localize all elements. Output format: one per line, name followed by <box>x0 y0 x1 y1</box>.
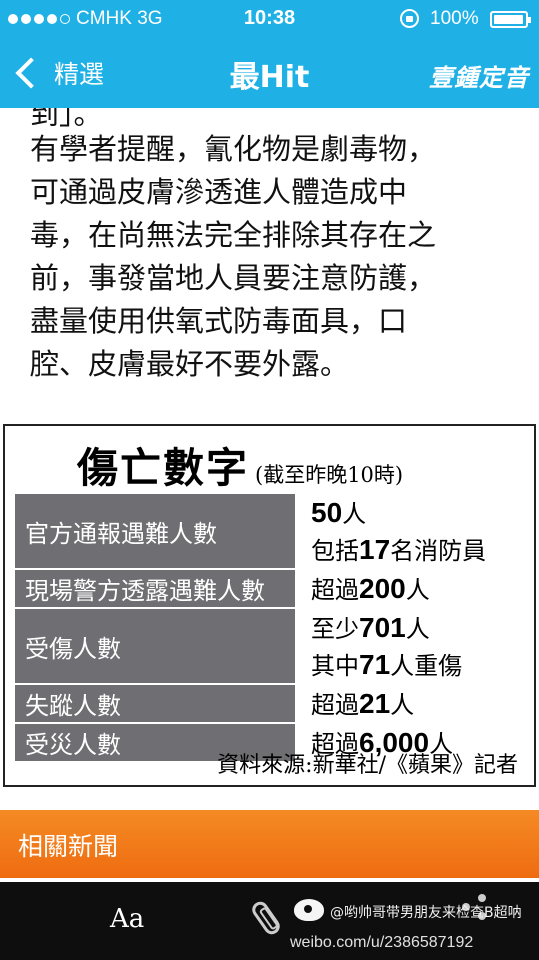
row-value: 超過200人 <box>311 573 430 604</box>
article-line: 毒，在尚無法完全排除其存在之 <box>30 218 437 252</box>
table-heading: 傷亡數字 (截至昨晚10時) <box>77 434 403 494</box>
row-value: 至少701人 其中71人重傷 <box>311 612 463 680</box>
battery-icon <box>490 11 531 28</box>
watermark-url: weibo.com/u/2386587192 <box>290 934 474 951</box>
navigation-bar: 精選 最Hit 壹鍾定音 <box>0 38 539 108</box>
row-value: 超過21人 <box>311 688 415 719</box>
table-source: 資料來源:新華社/《蘋果》記者 <box>217 753 518 778</box>
table-row: 受傷人數 至少701人 其中71人重傷 <box>15 609 528 683</box>
row-number: 200 <box>359 573 406 604</box>
related-news-bar[interactable]: 相關新聞 <box>0 810 539 878</box>
article-line: 有學者提醒，氰化物是劇毒物， <box>30 132 437 166</box>
row-number: 701 <box>359 612 406 643</box>
weibo-icon <box>294 899 324 921</box>
previous-line-fragment: 到」。 <box>30 108 103 128</box>
article-body: 到」。 有學者提醒，氰化物是劇毒物， 可通過皮膚滲透進人體造成中 毒，在尚無法完… <box>30 108 520 386</box>
watermark-handle: @哟帅哥带男朋友来检查B超呐 <box>330 905 522 921</box>
article-paragraph: 有學者提醒，氰化物是劇毒物， 可通過皮膚滲透進人體造成中 毒，在尚無法完全排除其… <box>30 128 520 386</box>
article-line: 盡量使用供氧式防毒面具，口 <box>30 304 408 338</box>
table-row: 官方通報遇難人數 50人 包括17名消防員 <box>15 494 528 568</box>
table-title: 傷亡數字 <box>77 444 249 492</box>
casualty-table: 傷亡數字 (截至昨晚10時) 官方通報遇難人數 50人 包括17名消防員 現場警… <box>3 424 536 787</box>
brand-logo: 壹鍾定音 <box>429 64 529 92</box>
row-label: 現場警方透露遇難人數 <box>15 570 295 607</box>
table-note: (截至昨晚10時) <box>255 463 404 487</box>
row-label: 受傷人數 <box>15 609 295 683</box>
article-line: 可通過皮膚滲透進人體造成中 <box>30 175 408 209</box>
table-row: 現場警方透露遇難人數 超過200人 <box>15 570 528 607</box>
article-line: 腔、皮膚最好不要外露。 <box>30 347 350 381</box>
bottom-toolbar: Aa @哟帅哥带男朋友来检查B超呐 weibo.com/u/2386587192 <box>0 882 539 960</box>
row-number: 17 <box>359 534 391 565</box>
row-number: 50 <box>311 497 343 528</box>
rotation-lock-icon <box>400 9 419 28</box>
row-value: 50人 包括17名消防員 <box>311 497 487 565</box>
row-label: 失蹤人數 <box>15 685 295 722</box>
status-bar: CMHK 3G 10:38 100% <box>0 0 539 38</box>
battery-percentage: 100% <box>430 8 479 29</box>
table-rows: 官方通報遇難人數 50人 包括17名消防員 現場警方透露遇難人數 超過200人 … <box>15 494 528 761</box>
related-news-label: 相關新聞 <box>18 832 119 861</box>
table-row: 失蹤人數 超過21人 <box>15 685 528 722</box>
paperclip-icon[interactable] <box>249 898 283 938</box>
row-label: 官方通報遇難人數 <box>15 494 295 568</box>
row-number: 71 <box>359 649 391 680</box>
row-number: 21 <box>359 688 391 719</box>
article-line: 前，事發當地人員要注意防護， <box>30 261 437 295</box>
font-size-button[interactable]: Aa <box>110 904 144 934</box>
